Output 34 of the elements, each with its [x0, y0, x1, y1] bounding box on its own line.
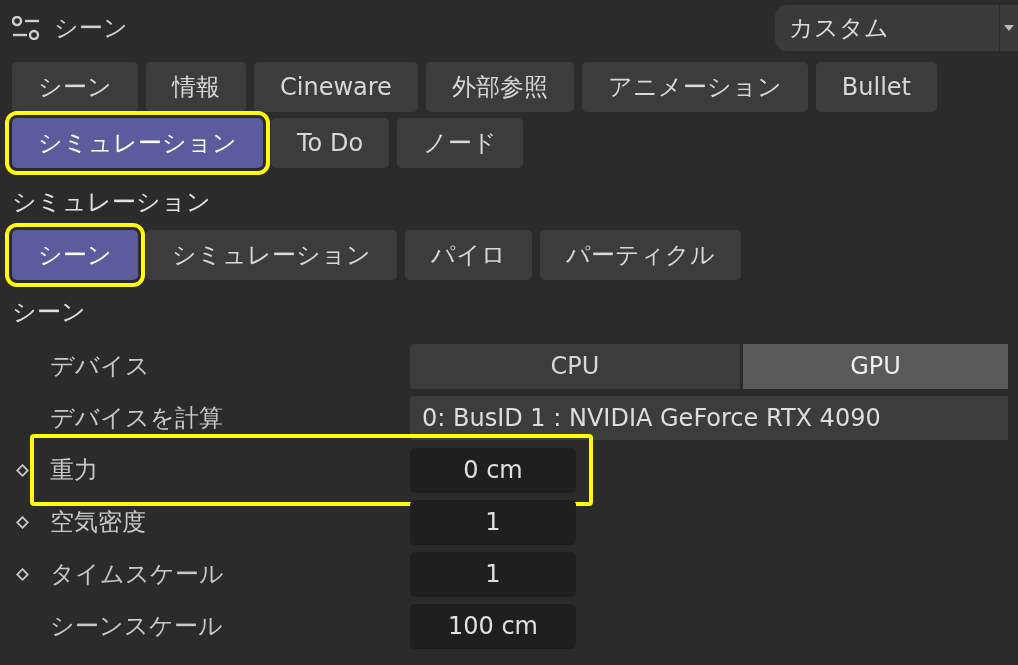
tab[interactable]: To Do	[271, 118, 390, 168]
group-heading: シーン	[12, 297, 87, 328]
segment-button[interactable]: CPU	[410, 343, 740, 389]
tab[interactable]: シーン	[12, 62, 138, 112]
preset-dropdown[interactable]: カスタム	[775, 5, 999, 51]
parameter-label: デバイスを計算	[50, 403, 224, 434]
tab[interactable]: 外部参照	[425, 62, 574, 112]
parameter-label: 重力	[50, 455, 99, 486]
device-dropdown[interactable]: 0: BusID 1 : NVIDIA GeForce RTX 4090	[410, 396, 1008, 440]
caret-icon	[1004, 25, 1014, 31]
number-field[interactable]: 100 cm	[410, 603, 576, 649]
keyframe-diamond-icon[interactable]	[16, 463, 29, 477]
parameter-label: タイムスケール	[50, 559, 225, 590]
parameter-label: デバイス	[50, 351, 151, 382]
tab[interactable]: Cineware	[254, 62, 418, 112]
settings-sliders-icon	[12, 16, 40, 40]
number-field[interactable]: 1	[410, 551, 576, 597]
section-heading: シミュレーション	[12, 187, 212, 218]
keyframe-diamond-icon[interactable]	[16, 515, 29, 529]
tab[interactable]: Bullet	[815, 62, 938, 112]
tab[interactable]: シミュレーション	[146, 230, 397, 280]
tab[interactable]: ノード	[397, 118, 524, 168]
parameter-label: シーンスケール	[50, 611, 224, 642]
keyframe-diamond-icon[interactable]	[16, 567, 29, 581]
number-field[interactable]: 1	[410, 499, 576, 545]
parameter-label: 空気密度	[50, 507, 147, 538]
tab[interactable]: アニメーション	[581, 62, 808, 112]
number-field[interactable]: 0 cm	[410, 447, 576, 493]
dropdown-arrow-button[interactable]	[999, 5, 1018, 51]
segment-button[interactable]: GPU	[743, 343, 1008, 389]
panel-title: シーン	[54, 13, 128, 44]
tab[interactable]: 情報	[146, 62, 246, 112]
tab[interactable]: パイロ	[405, 230, 532, 280]
tab[interactable]: パーティクル	[540, 230, 741, 280]
